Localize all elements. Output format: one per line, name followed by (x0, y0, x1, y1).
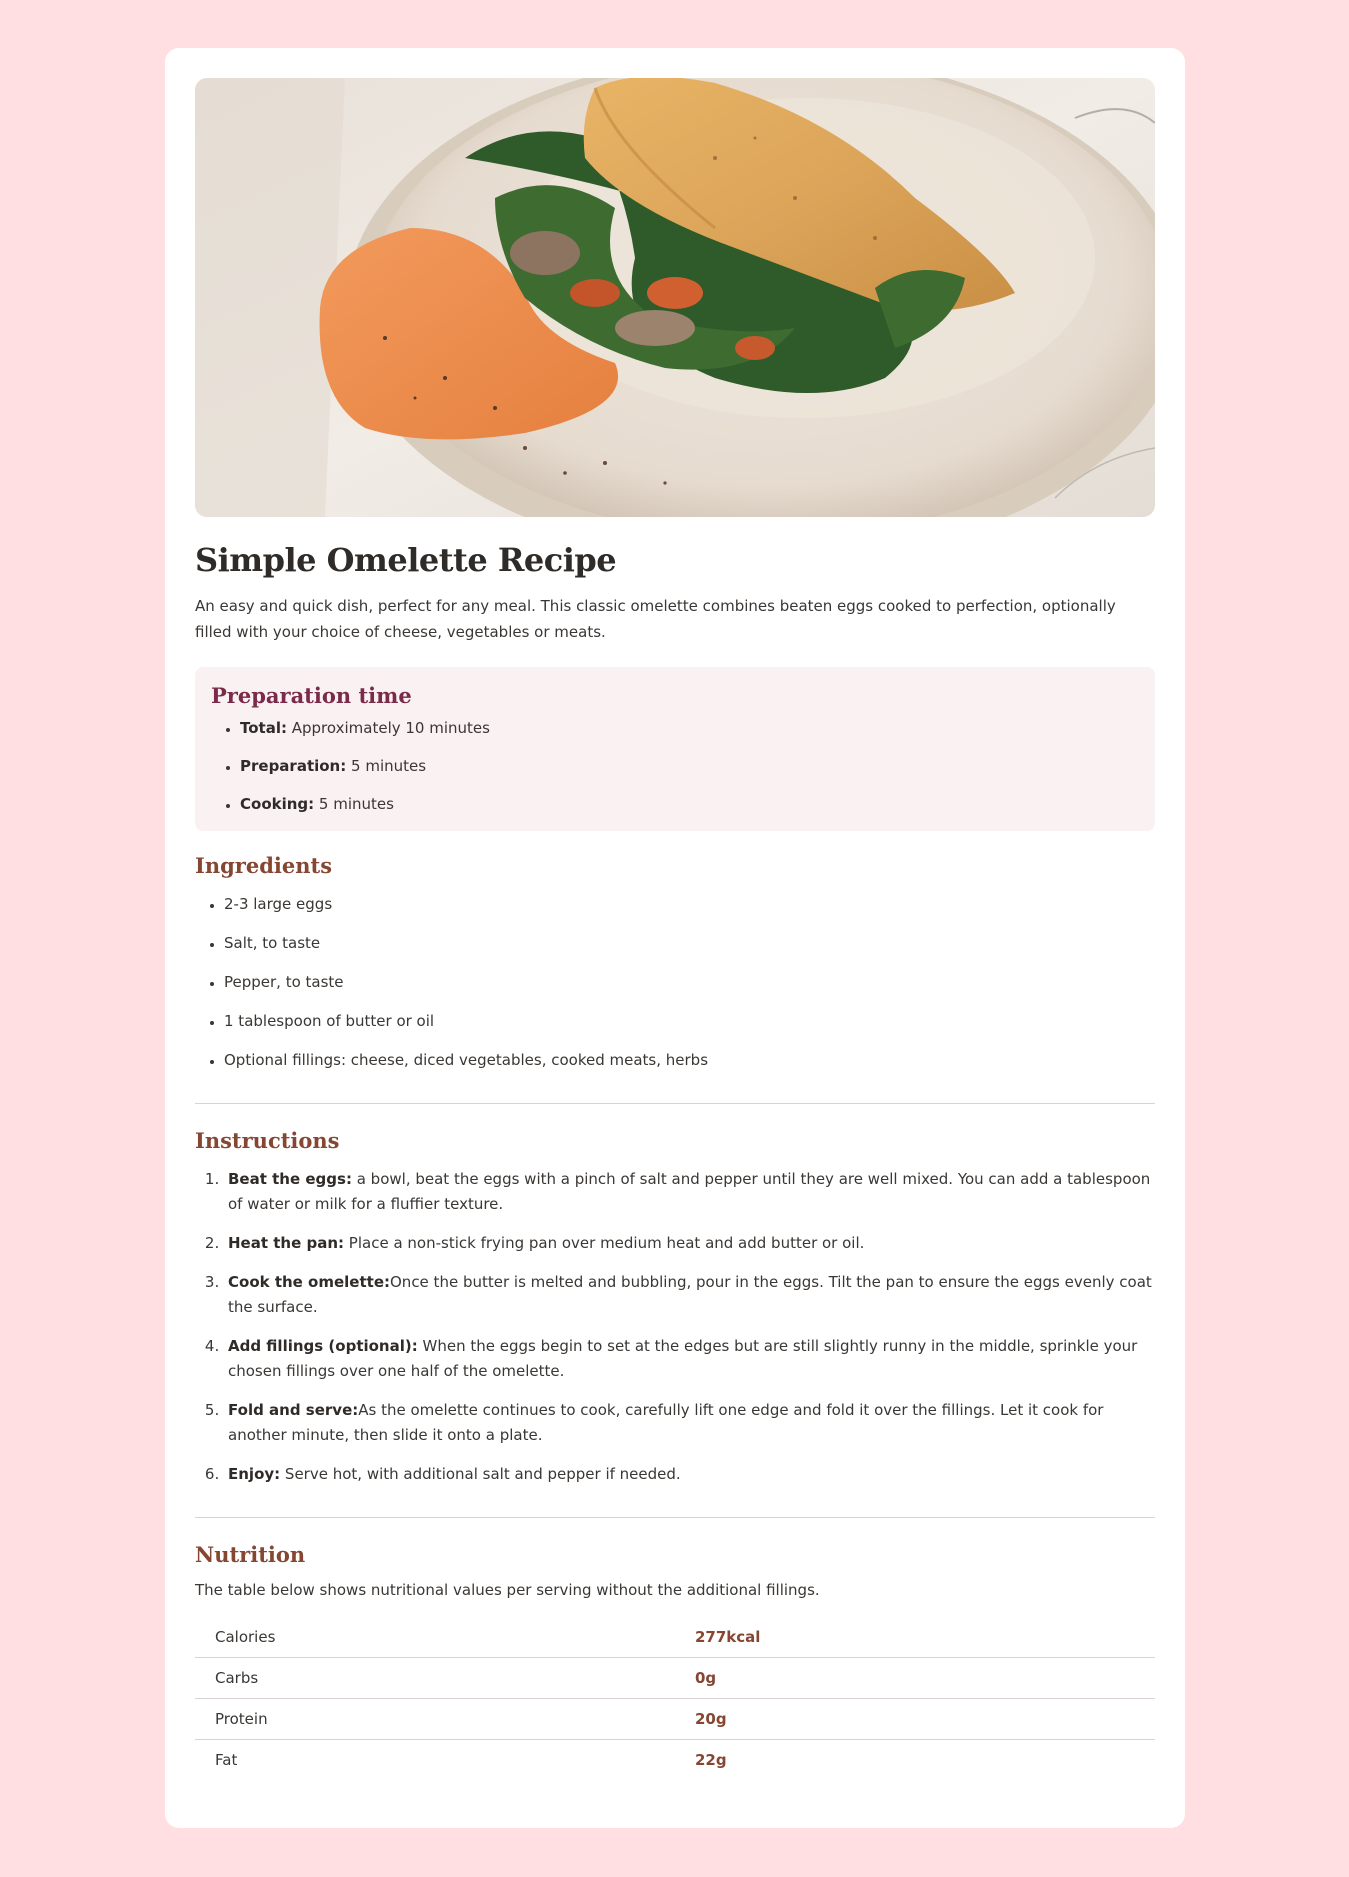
nutrient-name: Fat (215, 1751, 238, 1769)
ingredient-item: 2-3 large eggs (224, 892, 1155, 917)
table-row: Protein 20g (195, 1698, 1155, 1740)
table-row: Fat 22g (195, 1740, 1155, 1781)
preparation-item-total: Total: Approximately 10 minutes (240, 716, 1139, 741)
divider (195, 1517, 1155, 1518)
recipe-card: Simple Omelette Recipe An easy and quick… (165, 48, 1185, 1828)
nutrient-value: 0g (675, 1657, 1155, 1699)
omelette-image (195, 78, 1155, 517)
instruction-step-label: Add fillings (optional): (228, 1337, 418, 1355)
preparation-time-panel: Preparation time Total: Approximately 10… (195, 667, 1155, 831)
preparation-item-text: 5 minutes (314, 795, 394, 813)
instruction-step: Cook the omelette:Once the butter is mel… (224, 1270, 1155, 1320)
instruction-step: Add fillings (optional): When the eggs b… (224, 1334, 1155, 1384)
nutrient-name: Carbs (195, 1657, 675, 1699)
instructions-heading: Instructions (195, 1128, 340, 1153)
instruction-step-label: Beat the eggs: (228, 1170, 352, 1188)
instruction-step-text: Place a non-stick frying pan over medium… (344, 1234, 865, 1252)
divider (195, 1103, 1155, 1104)
preparation-item-text: 5 minutes (346, 757, 427, 775)
preparation-item-text: Approximately 10 minutes (286, 719, 490, 737)
nutrition-section: Nutrition The table below shows nutritio… (195, 1542, 1155, 1780)
instructions-section: Instructions Beat the eggs: a bowl, beat… (195, 1128, 1155, 1487)
ingredients-section: Ingredients 2-3 large eggs Salt, to tast… (195, 853, 1155, 1073)
nutrient-value: 22g (695, 1751, 727, 1769)
instruction-step: Beat the eggs: a bowl, beat the eggs wit… (224, 1167, 1155, 1217)
preparation-item-label: Cooking: (240, 795, 315, 813)
instruction-step: Heat the pan: Place a non-stick frying p… (224, 1231, 1155, 1256)
instructions-list: Beat the eggs: a bowl, beat the eggs wit… (195, 1167, 1155, 1487)
instruction-step-label: Heat the pan: (228, 1234, 345, 1252)
preparation-item-label: Preparation: (240, 757, 347, 775)
instruction-step-text: As the omelette continues to cook, caref… (228, 1401, 1104, 1444)
table-row: Calories 277kcal (195, 1617, 1155, 1658)
nutrition-heading: Nutrition (195, 1542, 306, 1567)
ingredient-item: Salt, to taste (224, 931, 1155, 956)
instruction-step-label: Fold and serve: (228, 1401, 359, 1419)
ingredient-item: Pepper, to taste (224, 970, 1155, 995)
nutrition-description: The table below shows nutritional values… (195, 1581, 820, 1599)
ingredients-list: 2-3 large eggs Salt, to taste Pepper, to… (195, 892, 1155, 1073)
ingredients-heading: Ingredients (195, 853, 333, 878)
nutrient-value: 277kcal (675, 1617, 1155, 1658)
instruction-step-label: Enjoy: (228, 1465, 281, 1483)
instruction-step-text: Serve hot, with additional salt and pepp… (280, 1465, 681, 1483)
nutrient-name: Protein (195, 1698, 675, 1740)
instruction-step-label: Cook the omelette: (228, 1273, 390, 1291)
preparation-item-label: Total: (240, 719, 287, 737)
preparation-heading: Preparation time (211, 683, 412, 708)
page-title: Simple Omelette Recipe (195, 541, 617, 579)
nutrient-name: Calories (195, 1617, 675, 1658)
table-row: Carbs 0g (195, 1657, 1155, 1699)
preparation-list: Total: Approximately 10 minutes Preparat… (211, 716, 1139, 817)
instruction-step: Fold and serve:As the omelette continues… (224, 1398, 1155, 1448)
ingredient-item: Optional fillings: cheese, diced vegetab… (224, 1048, 1155, 1073)
nutrition-table: Calories 277kcal Carbs 0g Protein 20g Fa… (195, 1617, 1155, 1780)
preparation-item-cooking: Cooking: 5 minutes (240, 792, 1139, 817)
ingredient-item: 1 tablespoon of butter or oil (224, 1009, 1155, 1034)
nutrient-value: 20g (675, 1698, 1155, 1740)
instruction-step-text: a bowl, beat the eggs with a pinch of sa… (228, 1170, 1151, 1213)
instruction-step: Enjoy: Serve hot, with additional salt a… (224, 1462, 1155, 1487)
recipe-intro: An easy and quick dish, perfect for any … (195, 597, 1116, 641)
preparation-item-preparation: Preparation: 5 minutes (240, 754, 1139, 779)
